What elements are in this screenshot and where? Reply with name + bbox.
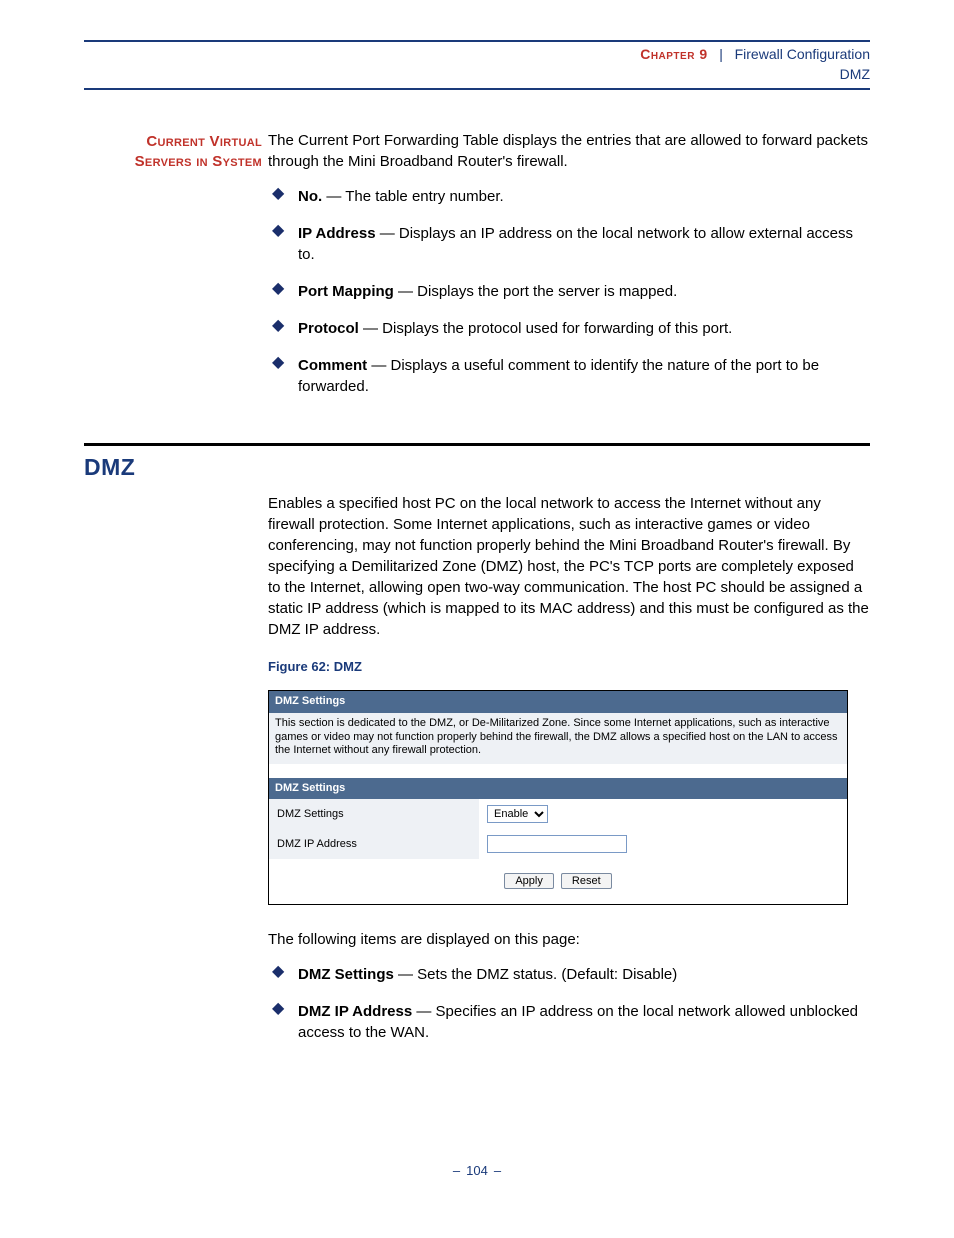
list-item: ◆Port Mapping — Displays the port the se… — [268, 281, 870, 302]
chapter-title: Firewall Configuration — [735, 46, 870, 62]
section1-intro: The Current Port Forwarding Table displa… — [268, 130, 870, 172]
header-rule-bottom — [84, 88, 870, 90]
dmz-screenshot: DMZ Settings This section is dedicated t… — [268, 690, 848, 904]
section2-bullets: ◆DMZ Settings — Sets the DMZ status. (De… — [268, 964, 870, 1043]
shot-bar-2: DMZ Settings — [269, 778, 847, 799]
list-item: ◆No. — The table entry number. — [268, 186, 870, 207]
page-topic: DMZ — [84, 65, 870, 85]
dmz-ip-input[interactable] — [487, 835, 627, 853]
list-item: ◆Comment — Displays a useful comment to … — [268, 355, 870, 397]
page-header: Chapter 9 | Firewall Configuration DMZ — [84, 45, 870, 84]
diamond-icon: ◆ — [272, 283, 284, 295]
dmz-settings-label: DMZ Settings — [269, 799, 479, 829]
reset-button[interactable]: Reset — [561, 873, 612, 889]
diamond-icon: ◆ — [272, 966, 284, 978]
shot-description: This section is dedicated to the DMZ, or… — [269, 713, 847, 764]
shot-bar-1: DMZ Settings — [269, 691, 847, 712]
section-current-virtual-servers: Current Virtual Servers in System The Cu… — [84, 130, 870, 413]
apply-button[interactable]: Apply — [504, 873, 554, 889]
margin-heading: Current Virtual Servers in System — [84, 130, 262, 173]
dmz-ip-label: DMZ IP Address — [269, 829, 479, 859]
dmz-settings-table: DMZ Settings Enable DMZ IP Address — [269, 799, 847, 859]
list-item: ◆DMZ Settings — Sets the DMZ status. (De… — [268, 964, 870, 985]
section-divider — [84, 443, 870, 446]
diamond-icon: ◆ — [272, 188, 284, 200]
after-shot-text: The following items are displayed on thi… — [268, 929, 870, 950]
dmz-settings-select[interactable]: Enable — [487, 805, 548, 823]
chapter-label: Chapter 9 — [640, 46, 707, 62]
diamond-icon: ◆ — [272, 320, 284, 332]
section1-bullets: ◆No. — The table entry number. ◆IP Addre… — [268, 186, 870, 397]
section-title-dmz: DMZ — [84, 454, 870, 481]
list-item: ◆IP Address — Displays an IP address on … — [268, 223, 870, 265]
header-rule-top — [84, 40, 870, 42]
list-item: ◆DMZ IP Address — Specifies an IP addres… — [268, 1001, 870, 1043]
header-separator: | — [712, 46, 731, 62]
figure-caption: Figure 62: DMZ — [268, 658, 870, 676]
list-item: ◆Protocol — Displays the protocol used f… — [268, 318, 870, 339]
page-footer: –104– — [84, 1163, 870, 1178]
dmz-intro: Enables a specified host PC on the local… — [268, 493, 870, 640]
page-number: 104 — [466, 1163, 488, 1178]
diamond-icon: ◆ — [272, 225, 284, 237]
diamond-icon: ◆ — [272, 357, 284, 369]
diamond-icon: ◆ — [272, 1003, 284, 1015]
